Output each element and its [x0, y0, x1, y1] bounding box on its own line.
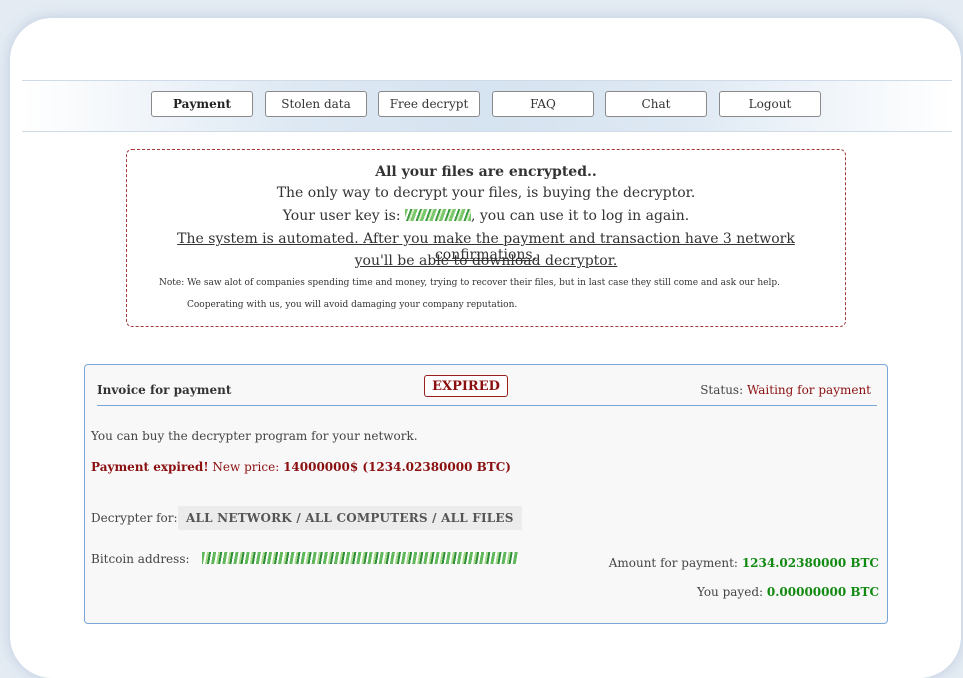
notice-cooperating: Cooperating with us, you will avoid dama…: [187, 300, 518, 310]
payed-label: You payed:: [696, 585, 764, 599]
you-payed: You payed: 0.00000000 BTC: [697, 585, 879, 599]
notice-decryptor-line: The only way to decrypt your files, is b…: [276, 185, 696, 201]
notice-user-key-line: Your user key is: , you can use it to lo…: [127, 208, 845, 224]
bitcoin-address-redacted[interactable]: [202, 552, 518, 564]
notice-title: All your files are encrypted..: [375, 164, 597, 180]
invoice-status: Status: Waiting for payment: [700, 383, 871, 397]
user-key-redacted: [404, 209, 471, 221]
status-value: Waiting for payment: [746, 383, 871, 397]
status-label: Status:: [700, 383, 744, 397]
decrypter-label: Decrypter for:: [91, 511, 178, 525]
ransom-notice: All your files are encrypted.. The only …: [126, 149, 846, 327]
amount-label: Amount for payment:: [608, 556, 738, 570]
notice-note: Note: We saw alot of companies spending …: [159, 278, 780, 288]
nav-chat-button[interactable]: Chat: [605, 91, 707, 117]
nav-logout-button[interactable]: Logout: [719, 91, 821, 117]
payment-expired-line: Payment expired! New price: 14000000$ (1…: [91, 460, 511, 474]
nav-stolen-data-button[interactable]: Stolen data: [265, 91, 367, 117]
invoice-panel: Invoice for payment EXPIRED Status: Wait…: [84, 364, 888, 624]
buy-text: You can buy the decrypter program for yo…: [91, 429, 418, 443]
amount-for-payment: Amount for payment: 1234.02380000 BTC: [609, 556, 879, 570]
bitcoin-address-label: Bitcoin address:: [91, 552, 190, 566]
nav-free-decrypt-button[interactable]: Free decrypt: [378, 91, 480, 117]
user-key-prefix: Your user key is:: [282, 208, 401, 224]
expired-badge: EXPIRED: [424, 375, 508, 397]
invoice-header: Invoice for payment EXPIRED Status: Wait…: [97, 373, 877, 406]
user-key-suffix: , you can use it to log in again.: [470, 208, 690, 224]
nav-faq-button[interactable]: FAQ: [492, 91, 594, 117]
payed-value: 0.00000000 BTC: [766, 585, 879, 599]
new-price-value: 14000000$ (1234.02380000 BTC): [283, 460, 511, 474]
notice-download-line: you'll be able to download decryptor.: [354, 253, 618, 269]
new-price-label: New price:: [212, 460, 280, 474]
nav-payment-button[interactable]: Payment: [151, 91, 253, 117]
amount-value: 1234.02380000 BTC: [741, 556, 879, 570]
invoice-title: Invoice for payment: [97, 383, 232, 397]
payment-expired-label: Payment expired!: [91, 460, 209, 474]
decrypter-value: ALL NETWORK / ALL COMPUTERS / ALL FILES: [178, 506, 522, 530]
